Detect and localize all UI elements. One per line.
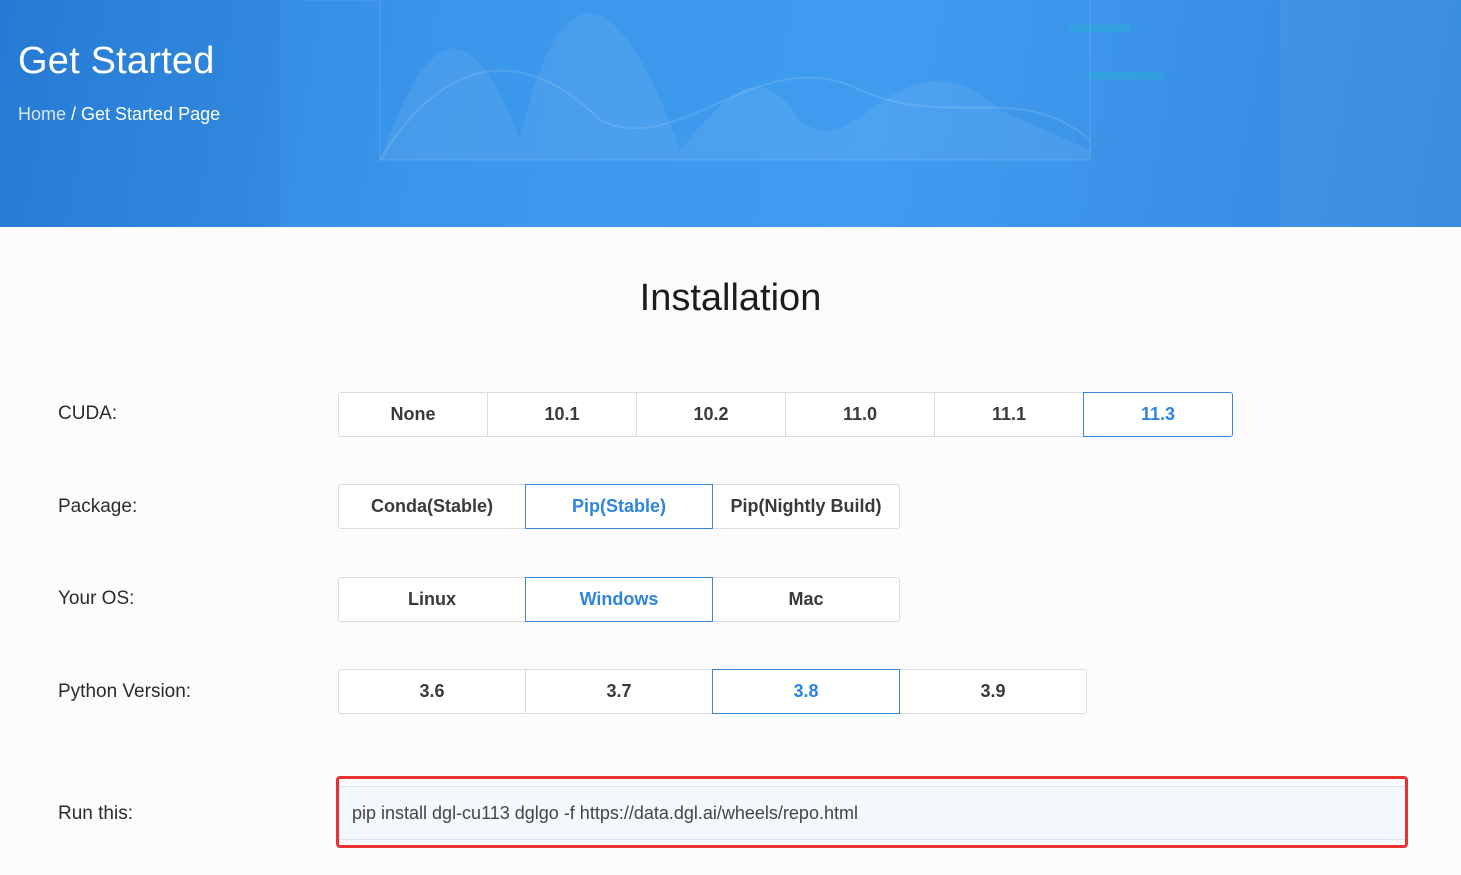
python-option-3-9[interactable]: 3.9 <box>899 669 1087 714</box>
breadcrumb-current: Get Started Page <box>81 104 221 124</box>
cuda-option-none[interactable]: None <box>338 392 488 437</box>
breadcrumb: Home / Get Started Page <box>18 104 220 125</box>
os-option-windows[interactable]: Windows <box>525 577 713 622</box>
cuda-option-10-1[interactable]: 10.1 <box>487 392 637 437</box>
cuda-option-11-3[interactable]: 11.3 <box>1083 392 1233 437</box>
installation-title: Installation <box>639 277 822 319</box>
package-option-pip-nightly[interactable]: Pip(Nightly Build) <box>712 484 900 529</box>
python-version-options: 3.6 3.7 3.8 3.9 <box>338 669 1087 714</box>
cuda-options: None 10.1 10.2 11.0 11.1 11.3 <box>338 392 1233 437</box>
python-option-3-8[interactable]: 3.8 <box>712 669 900 714</box>
installation-section: Installation CUDA: None 10.1 10.2 11.0 1… <box>0 227 1461 875</box>
cuda-option-10-2[interactable]: 10.2 <box>636 392 786 437</box>
os-options: Linux Windows Mac <box>338 577 900 622</box>
install-command-box[interactable]: pip install dgl-cu113 dglgo -f https://d… <box>338 786 1406 840</box>
breadcrumb-home-link[interactable]: Home <box>18 104 66 124</box>
cuda-label: CUDA: <box>58 403 118 424</box>
page-title: Get Started <box>18 40 215 82</box>
package-option-pip-stable[interactable]: Pip(Stable) <box>525 484 713 529</box>
os-option-mac[interactable]: Mac <box>712 577 900 622</box>
cuda-option-11-0[interactable]: 11.0 <box>785 392 935 437</box>
os-option-linux[interactable]: Linux <box>338 577 526 622</box>
python-option-3-6[interactable]: 3.6 <box>338 669 526 714</box>
run-this-label: Run this: <box>58 803 133 824</box>
os-label: Your OS: <box>58 588 135 609</box>
cuda-option-11-1[interactable]: 11.1 <box>934 392 1084 437</box>
breadcrumb-separator: / <box>66 104 82 124</box>
python-option-3-7[interactable]: 3.7 <box>525 669 713 714</box>
page-hero: Get Started Home / Get Started Page <box>0 0 1461 227</box>
python-version-label: Python Version: <box>58 681 192 702</box>
package-option-conda-stable[interactable]: Conda(Stable) <box>338 484 526 529</box>
package-label: Package: <box>58 496 138 517</box>
package-options: Conda(Stable) Pip(Stable) Pip(Nightly Bu… <box>338 484 900 529</box>
